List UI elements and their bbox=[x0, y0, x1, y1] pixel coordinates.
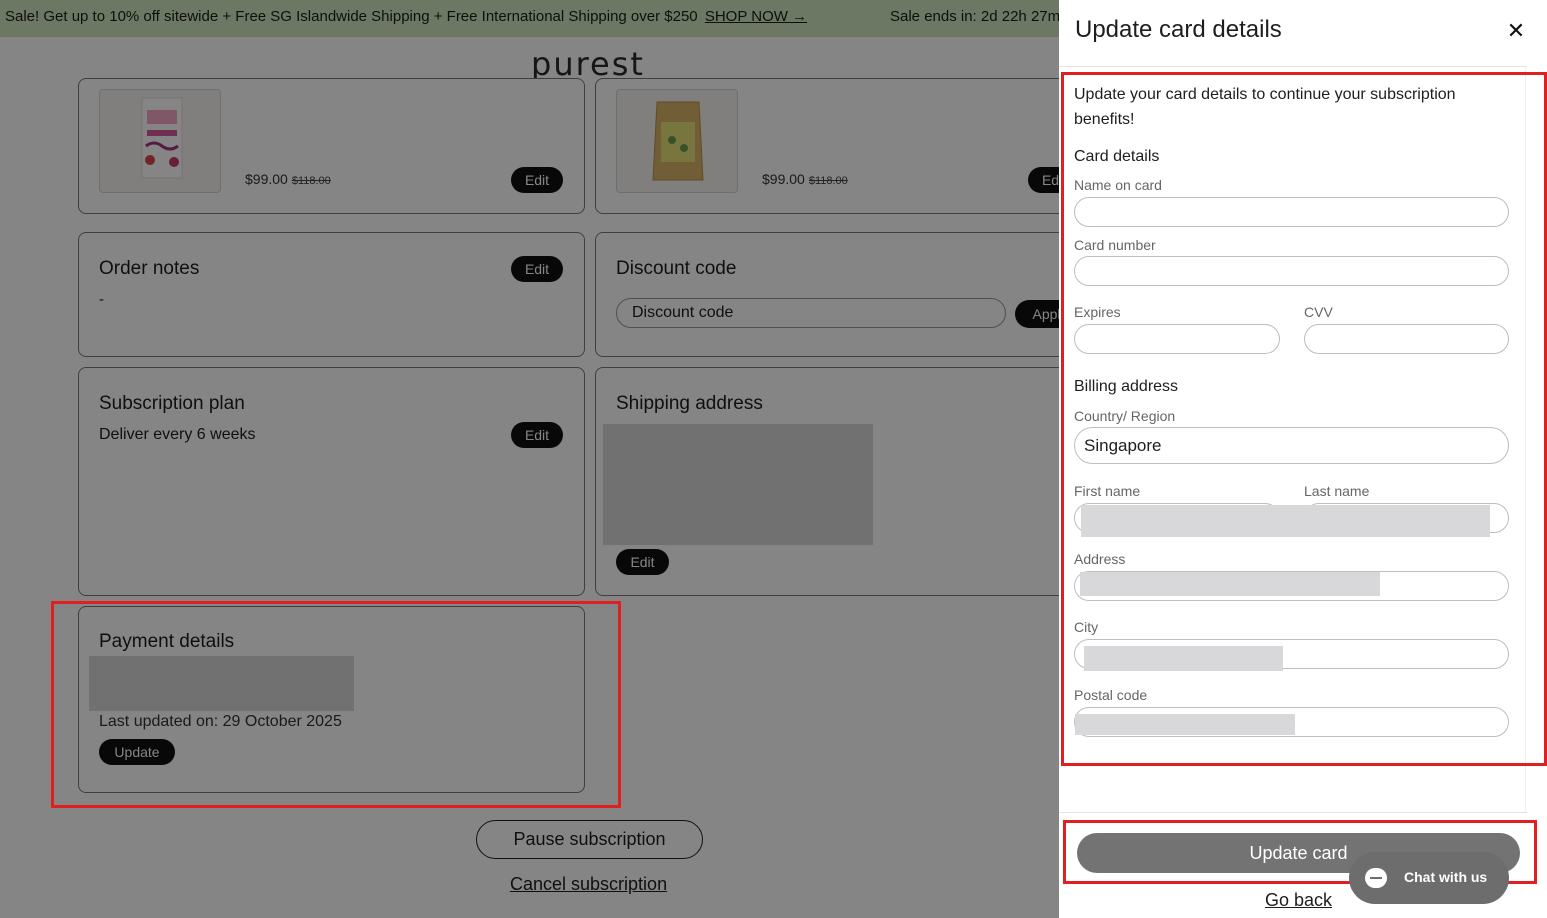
drawer-scrollbar[interactable] bbox=[1525, 67, 1526, 812]
card-number-label: Card number bbox=[1074, 237, 1156, 253]
close-icon[interactable]: ✕ bbox=[1505, 18, 1527, 44]
expires-label: Expires bbox=[1074, 304, 1121, 320]
last-name-label: Last name bbox=[1304, 483, 1370, 499]
drawer-footer-divider bbox=[1059, 812, 1527, 813]
card-details-heading: Card details bbox=[1074, 148, 1160, 165]
name-on-card-label: Name on card bbox=[1074, 177, 1162, 193]
country-select[interactable]: Singapore bbox=[1074, 427, 1509, 464]
expires-input[interactable] bbox=[1074, 324, 1280, 354]
billing-address-heading: Billing address bbox=[1074, 378, 1179, 395]
redacted-address-value bbox=[1080, 572, 1380, 596]
chat-bubble-icon bbox=[1365, 868, 1387, 888]
name-on-card-input[interactable] bbox=[1074, 197, 1509, 227]
postal-code-label: Postal code bbox=[1074, 687, 1148, 703]
redacted-postal-code bbox=[1075, 714, 1295, 735]
drawer-intro: Update your card details to continue you… bbox=[1074, 86, 1456, 128]
card-number-input[interactable] bbox=[1074, 256, 1509, 286]
chat-widget[interactable]: Chat with us bbox=[1349, 852, 1509, 904]
country-label: Country/ Region bbox=[1074, 408, 1176, 424]
cvv-label: CVV bbox=[1304, 304, 1333, 320]
city-label: City bbox=[1074, 619, 1099, 635]
cvv-input[interactable] bbox=[1304, 324, 1509, 354]
drawer-divider bbox=[1059, 66, 1527, 67]
address-label: Address bbox=[1074, 551, 1126, 567]
update-card-drawer: Update card details ✕ Update your card d… bbox=[1059, 0, 1547, 918]
chat-label: Chat with us bbox=[1404, 869, 1488, 885]
redacted-name bbox=[1081, 505, 1490, 537]
go-back-link[interactable]: Go back bbox=[1265, 890, 1332, 911]
first-name-label: First name bbox=[1074, 483, 1141, 499]
drawer-title: Update card details bbox=[1075, 16, 1282, 43]
modal-overlay[interactable] bbox=[0, 0, 1059, 918]
redacted-city bbox=[1084, 646, 1283, 671]
